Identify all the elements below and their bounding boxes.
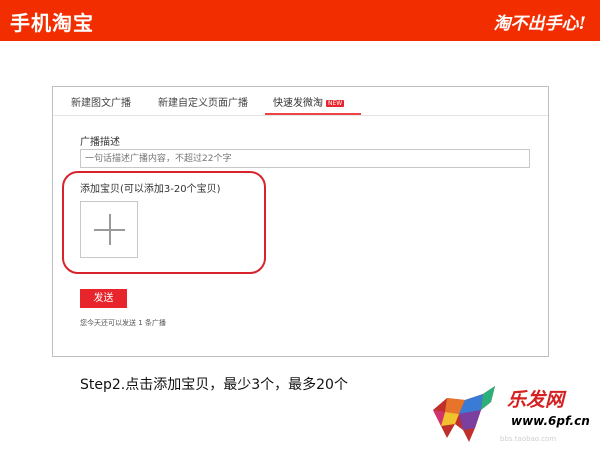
active-tab-indicator <box>265 113 361 115</box>
broadcast-panel: 新建图文广播 新建自定义页面广播 快速发微淘NEW 广播描述 添加宝贝(可以添加… <box>52 86 549 357</box>
top-bar: 手机淘宝 淘不出手心! <box>0 0 600 41</box>
bull-logo-icon <box>433 386 495 442</box>
watermark-title: 乐发网 <box>507 389 565 411</box>
watermark-url-faint: bbs.taobao.com <box>500 435 557 443</box>
tab-new-custom-page[interactable]: 新建自定义页面广播 <box>158 94 248 109</box>
remaining-hint: 您今天还可以发送 1 条广播 <box>80 319 166 327</box>
slogan-logo: 淘不出手心! <box>493 14 586 34</box>
watermark: 乐发网 www.6pf.cn bbs.taobao.com <box>425 380 595 448</box>
new-badge: NEW <box>326 100 345 107</box>
description-input[interactable] <box>80 149 530 168</box>
highlight-circle <box>62 171 266 274</box>
tab-quick-weitao-label: 快速发微淘 <box>273 98 323 109</box>
watermark-url: www.6pf.cn <box>511 414 590 428</box>
send-button[interactable]: 发送 <box>80 289 127 308</box>
brand-title: 手机淘宝 <box>10 11 94 35</box>
tab-bar: 新建图文广播 新建自定义页面广播 快速发微淘 NEW <box>53 87 548 116</box>
tab-new-image-text[interactable]: 新建图文广播 <box>71 94 131 109</box>
step-caption: Step2.点击添加宝贝，最少3个，最多20个 <box>80 377 348 393</box>
description-label: 广播描述 <box>80 137 120 148</box>
tab-quick-weitao[interactable]: 快速发微淘 NEW <box>273 94 345 109</box>
